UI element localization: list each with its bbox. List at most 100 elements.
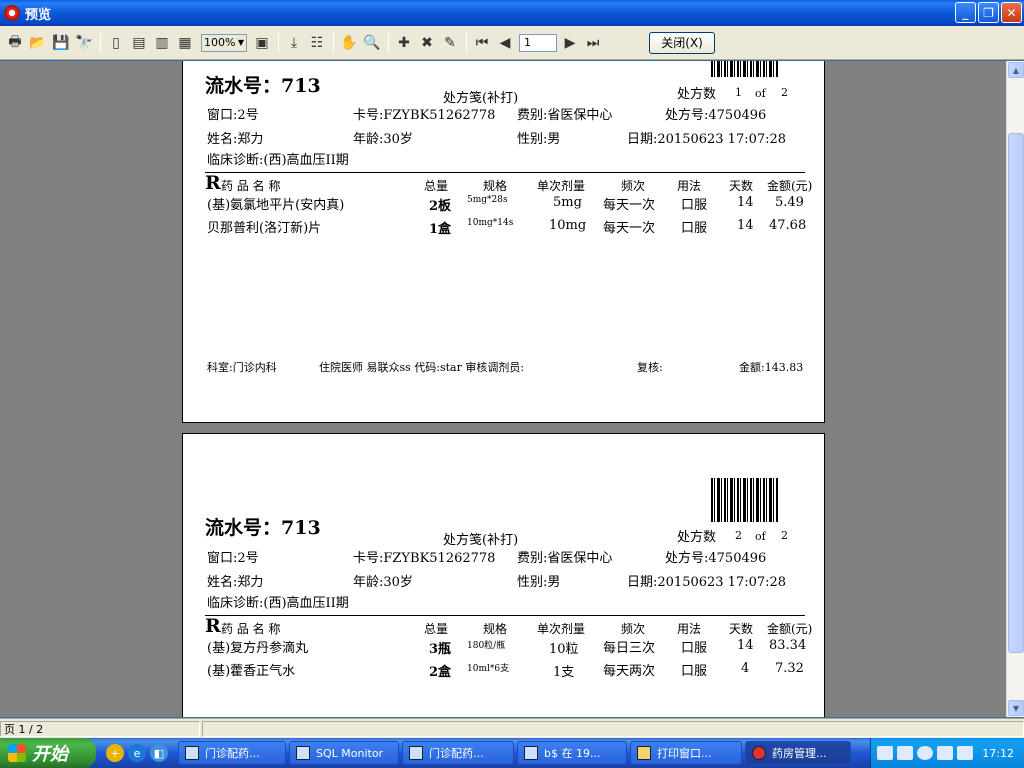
first-page-icon[interactable]: ⏮	[471, 32, 493, 54]
zoom-select[interactable]: 100% ▼	[201, 33, 247, 52]
drug-qty: 2板	[429, 199, 452, 214]
minimize-button[interactable]: _	[955, 2, 976, 23]
header-days: 天数	[729, 179, 754, 193]
header-qty: 总量	[424, 179, 449, 193]
patient-name: 姓名:郑力	[207, 132, 264, 147]
drug-name: (基)复方丹参滴丸	[207, 641, 309, 656]
scroll-thumb[interactable]	[1008, 133, 1024, 653]
app-shortcut-icon[interactable]: ◧	[150, 744, 168, 762]
drug-name: (基)氨氯地平片(安内真)	[207, 198, 345, 213]
close-window-button[interactable]: ✕	[1001, 2, 1022, 23]
last-page-icon[interactable]: ⏭	[582, 32, 604, 54]
close-preview-button[interactable]: 关闭(X)	[649, 31, 715, 54]
zoom-in-icon[interactable]: 🔍	[361, 32, 383, 54]
diagnosis: 临床诊断:(西)高血压II期	[207, 596, 349, 611]
scroll-down-icon[interactable]: ▼	[1008, 700, 1024, 716]
drug-amount: 83.34	[769, 638, 807, 653]
patient-age: 年龄:30岁	[353, 132, 413, 147]
barcode	[711, 61, 779, 77]
start-button[interactable]: 开始	[0, 738, 96, 768]
app-icon	[752, 746, 766, 760]
taskbar-item[interactable]: 门诊配药...	[402, 741, 514, 765]
header-dose: 单次剂量	[537, 179, 586, 193]
window-icon	[185, 746, 199, 760]
vertical-scrollbar[interactable]: ▲ ▼	[1006, 61, 1024, 717]
printer-icon[interactable]	[937, 746, 953, 760]
count-label: 处方数	[677, 530, 717, 545]
page-setup-icon[interactable]: ▣	[251, 32, 273, 54]
rx-symbol: R	[205, 172, 221, 194]
network-icon[interactable]	[957, 746, 973, 760]
new-page-icon[interactable]: ✚	[393, 32, 415, 54]
prescription-number: 处方号:4750496	[665, 108, 767, 123]
quick-launch: + e ◧	[106, 744, 168, 762]
taskbar-item[interactable]: b$ 在 19...	[517, 741, 627, 765]
rx-symbol: R	[205, 615, 221, 637]
ie-icon[interactable]: e	[128, 744, 146, 762]
taskbar-item[interactable]: SQL Monitor	[289, 741, 399, 765]
review: 复核:	[637, 361, 663, 374]
taskbar-item[interactable]: 门诊配药...	[178, 741, 286, 765]
card-number: 卡号:FZYBK51262778	[353, 551, 496, 566]
maximize-button[interactable]: ❐	[978, 2, 999, 23]
drug-name: 贝那普利(洛汀新)片	[207, 221, 322, 236]
delete-page-icon[interactable]: ✖	[416, 32, 438, 54]
expand-tray-icon[interactable]	[917, 746, 933, 760]
drug-freq: 每天两次	[603, 664, 656, 679]
window-controls: _ ❐ ✕	[955, 2, 1022, 23]
diagnosis: 临床诊断:(西)高血压II期	[207, 153, 349, 168]
fee-type: 费别:省医保中心	[517, 551, 613, 566]
prescription-page: 流水号：713 处方笺(补打) 处方数 2 of 2 窗口:2号 卡号:FZYB…	[182, 433, 825, 717]
drug-qty: 2盒	[429, 665, 452, 680]
export-icon[interactable]: ⤓	[283, 32, 305, 54]
next-page-icon[interactable]: ▶	[559, 32, 581, 54]
header-amount: 金额(元)	[767, 622, 813, 636]
drug-amount: 5.49	[775, 195, 804, 210]
count-total: 2	[781, 86, 788, 99]
drug-dose: 10粒	[549, 642, 579, 657]
department: 科室:门诊内科	[207, 361, 277, 374]
serial-number: 流水号：713	[205, 517, 321, 539]
count-current: 1	[735, 86, 742, 99]
single-page-icon[interactable]: ▯	[105, 32, 127, 54]
prescription-title: 处方笺(补打)	[443, 533, 519, 548]
window-title: 预览	[25, 7, 52, 23]
two-pages-icon[interactable]: ▥	[151, 32, 173, 54]
drug-amount: 47.68	[769, 218, 807, 233]
find-icon[interactable]: 🔭	[73, 32, 95, 54]
edit-page-icon[interactable]: ✎	[439, 32, 461, 54]
toolbar-separator	[466, 32, 467, 53]
status-bar: 页 1 / 2	[0, 718, 1024, 738]
drug-days: 14	[737, 638, 754, 653]
help-icon[interactable]	[897, 746, 913, 760]
print-icon[interactable]: 🖶	[4, 32, 26, 54]
prev-page-icon[interactable]: ◀	[494, 32, 516, 54]
scroll-up-icon[interactable]: ▲	[1008, 62, 1024, 78]
add-icon[interactable]: +	[106, 744, 124, 762]
multi-page-icon[interactable]: ▦	[174, 32, 196, 54]
drug-qty: 3瓶	[429, 642, 452, 657]
drug-spec: 5mg*28s	[467, 195, 508, 205]
open-folder-icon[interactable]: 📂	[27, 32, 49, 54]
save-icon[interactable]: 💾	[50, 32, 72, 54]
header-dose: 单次剂量	[537, 622, 586, 636]
serial-number: 流水号：713	[205, 75, 321, 97]
patient-gender: 性别:男	[517, 132, 561, 147]
page-status: 页 1 / 2	[0, 720, 200, 737]
drug-qty: 1盒	[429, 222, 452, 237]
clock: 17:12	[982, 746, 1014, 760]
preview-area[interactable]: 流水号：713 处方笺(补打) 处方数 1 of 2 窗口:2号 卡号:FZYB…	[0, 61, 1006, 717]
keyboard-icon[interactable]	[877, 746, 893, 760]
count-of: of	[755, 87, 766, 100]
outline-icon[interactable]: ☷	[306, 32, 328, 54]
taskbar-item[interactable]: 打印窗口...	[630, 741, 742, 765]
window-number: 窗口:2号	[207, 551, 259, 566]
taskbar-item-active[interactable]: 药房管理...	[745, 741, 851, 765]
header-days: 天数	[729, 622, 754, 636]
count-of: of	[755, 530, 766, 543]
page-number-input[interactable]: 1	[519, 33, 557, 52]
prescription-date: 日期:20150623 17:07:28	[627, 132, 787, 147]
patient-gender: 性别:男	[517, 575, 561, 590]
hand-tool-icon[interactable]: ✋	[338, 32, 360, 54]
page-width-icon[interactable]: ▤	[128, 32, 150, 54]
